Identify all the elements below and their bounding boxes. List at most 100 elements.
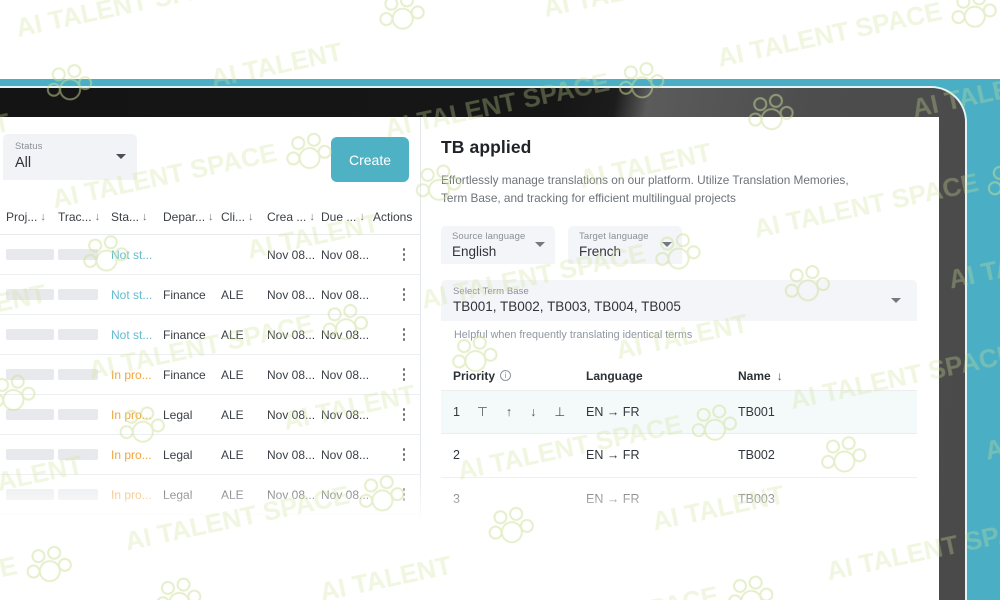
sort-descending-icon: ↓ xyxy=(142,210,148,223)
chevron-down-icon xyxy=(535,241,545,247)
placeholder-bar xyxy=(58,289,98,300)
cell-due: Nov 08... xyxy=(321,327,370,342)
table-row[interactable]: Not st... Finance ALE Nov 08... Nov 08... xyxy=(0,275,421,315)
cell-department: Legal xyxy=(163,407,193,422)
priority-row[interactable]: 3 EN → FR TB003 xyxy=(441,478,917,522)
panel-description: Effortlessly manage translations on our … xyxy=(441,173,849,206)
cell-track xyxy=(58,249,111,260)
source-language-value: English xyxy=(452,243,497,259)
cell-department: Legal xyxy=(163,447,193,462)
cell-due: Nov 08... xyxy=(321,247,370,262)
cell-track xyxy=(58,329,111,340)
table-row[interactable]: In pro... Legal ALE Nov 08... Nov 08... xyxy=(0,395,421,435)
kebab-menu-icon[interactable] xyxy=(387,288,421,301)
sort-descending-icon: ↓ xyxy=(248,210,254,223)
source-language-label: Source language xyxy=(452,230,526,242)
cell-project xyxy=(6,289,58,300)
column-header-depar[interactable]: Depar... ↓ xyxy=(163,210,221,224)
kebab-menu-icon[interactable] xyxy=(387,408,421,421)
cell-actions xyxy=(373,288,421,301)
projects-table-body: Not st... Nov 08... Nov 08... Not st... Fina… xyxy=(0,235,421,515)
move-to-top-icon[interactable]: ⊤ xyxy=(477,404,488,419)
column-header-proj[interactable]: Proj... ↓ xyxy=(6,210,58,224)
table-row[interactable]: In pro... Finance ALE Nov 08... Nov 08... xyxy=(0,355,421,395)
column-header-sta[interactable]: Sta... ↓ xyxy=(111,210,163,224)
kebab-menu-icon[interactable] xyxy=(387,488,421,501)
cell-actions xyxy=(373,448,421,461)
table-row[interactable]: In pro... Legal ALE Nov 08... Nov 08... xyxy=(0,475,421,515)
table-row[interactable]: In pro... Legal ALE Nov 08... Nov 08... xyxy=(0,435,421,475)
chevron-down-icon xyxy=(891,297,901,303)
info-icon[interactable]: i xyxy=(500,370,512,382)
table-row[interactable]: Not st... Finance ALE Nov 08... Nov 08... xyxy=(0,315,421,355)
cell-project xyxy=(6,369,58,380)
priority-table-body: 1 ⊤ ↑ ↓ ⊥ EN → FR TB001 2 EN → FR TB002 3 EN → FR TB… xyxy=(441,389,917,522)
source-language-select[interactable]: Source language English xyxy=(441,225,555,264)
cell-track xyxy=(58,489,111,500)
cell-client: ALE xyxy=(221,287,244,302)
language-column-header: Language xyxy=(586,368,643,383)
projects-table: Name↓Proj...↓Trac...↓Sta...↓Depar...↓Cli… xyxy=(0,199,421,515)
projects-table-header: Name↓Proj...↓Trac...↓Sta...↓Depar...↓Cli… xyxy=(0,199,421,235)
language-cell: EN → FR xyxy=(586,492,640,507)
page-title: TB applied xyxy=(441,137,532,157)
cell-client: ALE xyxy=(221,487,244,502)
priority-cell: 3 xyxy=(453,492,586,506)
status-badge: In pro... xyxy=(111,447,152,462)
create-button[interactable]: Create xyxy=(331,137,409,182)
name-column-label: Name xyxy=(738,368,771,383)
placeholder-bar xyxy=(6,489,54,500)
move-to-bottom-icon[interactable]: ⊥ xyxy=(554,404,565,419)
column-header-label: Trac... xyxy=(58,209,92,224)
placeholder-bar xyxy=(6,289,54,300)
table-row[interactable]: Not st... Nov 08... Nov 08... xyxy=(0,235,421,275)
move-down-icon[interactable]: ↓ xyxy=(530,405,536,419)
cell-client: ALE xyxy=(221,407,244,422)
chevron-down-icon xyxy=(662,241,672,247)
column-header-actions[interactable]: Actions xyxy=(373,210,421,224)
name-cell: TB002 xyxy=(738,448,775,463)
column-header-label: Sta... xyxy=(111,209,140,224)
term-base-value: TB001, TB002, TB003, TB004, TB005 xyxy=(453,298,681,314)
placeholder-bar xyxy=(6,409,54,420)
column-header-cli[interactable]: Cli... ↓ xyxy=(221,210,267,224)
priority-table-header: Priority i Language Name ↓ xyxy=(441,362,917,390)
kebab-menu-icon[interactable] xyxy=(387,368,421,381)
tb-applied-panel: TB applied Effortlessly manage translati… xyxy=(422,117,939,600)
placeholder-bar xyxy=(6,449,54,460)
cell-due: Nov 08... xyxy=(321,407,370,422)
column-header-label: Proj... xyxy=(6,209,38,224)
cell-created: Nov 08... xyxy=(267,447,316,462)
cell-client: ALE xyxy=(221,367,244,382)
column-header-crea[interactable]: Crea ... ↓ xyxy=(267,210,321,224)
target-language-select[interactable]: Target language French xyxy=(568,225,682,264)
priority-column-header: Priority i xyxy=(453,369,586,383)
list-toolbar: ★ Status All Create xyxy=(0,125,421,189)
column-header-due[interactable]: Due ... ↓ xyxy=(321,210,373,224)
sort-descending-icon: ↓ xyxy=(776,368,783,383)
projects-list-panel: ★ Status All Create Name↓Proj...↓Trac...… xyxy=(0,117,421,600)
name-cell: TB003 xyxy=(738,492,775,507)
column-header-label: Actions xyxy=(373,209,413,224)
status-badge: In pro... xyxy=(111,407,152,422)
placeholder-bar xyxy=(58,329,98,340)
kebab-menu-icon[interactable] xyxy=(387,248,421,261)
term-base-help-text: Helpful when frequently translating iden… xyxy=(454,328,693,341)
priority-row[interactable]: 1 ⊤ ↑ ↓ ⊥ EN → FR TB001 xyxy=(441,389,917,434)
priority-row[interactable]: 2 EN → FR TB002 xyxy=(441,434,917,478)
name-column-header[interactable]: Name ↓ xyxy=(738,369,858,383)
language-cell: EN → FR xyxy=(586,404,640,419)
kebab-menu-icon[interactable] xyxy=(387,448,421,461)
cell-project xyxy=(6,449,58,460)
cell-actions xyxy=(373,488,421,501)
column-header-label: Crea ... xyxy=(267,209,307,224)
kebab-menu-icon[interactable] xyxy=(387,328,421,341)
status-filter-select[interactable]: Status All xyxy=(3,134,137,180)
placeholder-bar xyxy=(58,409,98,420)
column-header-trac[interactable]: Trac... ↓ xyxy=(58,210,111,224)
chevron-down-icon xyxy=(116,154,126,159)
cell-actions xyxy=(373,408,421,421)
term-base-select[interactable]: Select Term Base TB001, TB002, TB003, TB… xyxy=(441,279,917,321)
move-up-icon[interactable]: ↑ xyxy=(506,405,512,419)
sort-descending-icon: ↓ xyxy=(94,210,101,223)
